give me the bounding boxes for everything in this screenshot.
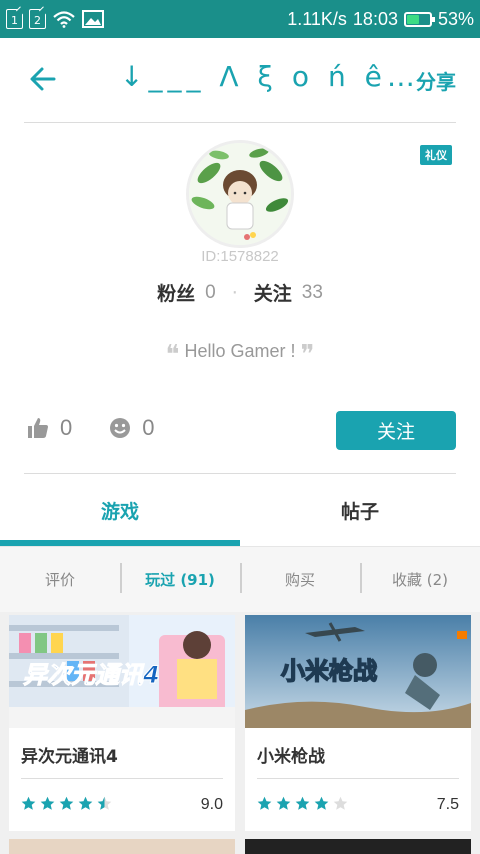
etiquette-badge[interactable]: 礼仪 <box>420 145 452 165</box>
game-thumbnail[interactable]: 小米枪战 <box>245 615 471 728</box>
sim1-icon: 1 <box>6 9 23 29</box>
game-card-peek[interactable] <box>245 839 471 854</box>
open-quote-icon: ❝ <box>165 340 180 370</box>
likes-count: 0 <box>60 415 73 440</box>
emoji-count: 0 <box>142 415 155 440</box>
star-icon <box>78 796 93 810</box>
signature: ❝ Hello Gamer ! ❞ <box>0 340 480 370</box>
clock: 18:03 <box>352 8 398 29</box>
rating-stars <box>21 796 112 811</box>
avatar[interactable] <box>186 140 294 248</box>
rating-stars <box>257 796 348 811</box>
fans-label[interactable]: 粉丝 <box>157 279 195 306</box>
star-icon <box>97 796 112 810</box>
game-logo-text: 异次元通讯4 <box>23 661 160 689</box>
star-icon <box>21 796 36 810</box>
follow-stats: 粉丝 0 · 关注 33 <box>0 279 480 306</box>
divider <box>257 778 459 779</box>
battery-percent: 53% <box>437 8 474 29</box>
game-card[interactable]: 小米枪战 小米枪战 7.5 <box>245 615 471 831</box>
filter-reviews[interactable]: 评价 <box>0 569 120 590</box>
filter-favorites[interactable]: 收藏 (2) <box>360 563 480 593</box>
game-name[interactable]: 小米枪战 <box>257 742 325 767</box>
game-name[interactable]: 异次元通讯4 <box>21 742 118 767</box>
filter-bar: 评价 玩过 (91) 购买 收藏 (2) <box>0 546 480 612</box>
fans-count[interactable]: 0 <box>205 282 216 304</box>
star-icon <box>276 796 291 810</box>
divider <box>24 122 456 123</box>
battery-icon <box>403 11 435 27</box>
game-card-peek[interactable] <box>9 839 235 854</box>
signature-text: Hello Gamer ! <box>184 341 296 361</box>
back-arrow-icon[interactable] <box>28 64 58 94</box>
star-icon <box>40 796 55 810</box>
network-speed: 1.11K/s <box>287 8 347 29</box>
smiley-icon[interactable] <box>108 416 132 440</box>
status-bar: 1 2 1.11K/s 18:03 53% <box>0 0 480 38</box>
close-quote-icon: ❞ <box>300 340 315 370</box>
share-button[interactable]: 分享 <box>416 66 456 95</box>
tab-bar: 游戏 帖子 <box>0 474 480 546</box>
tab-posts[interactable]: 帖子 <box>240 474 480 546</box>
follow-button[interactable]: 关注 <box>336 411 456 450</box>
app-header: ↓___ Λ ξ ο ń ê… 分享 <box>0 38 480 122</box>
user-id: ID:1578822 <box>201 248 279 265</box>
star-icon <box>295 796 310 810</box>
filter-purchased[interactable]: 购买 <box>240 563 360 593</box>
game-card[interactable]: 异次元通讯4 异次元通讯4 9.0 <box>9 615 235 831</box>
star-icon <box>257 796 272 810</box>
game-logo-text: 小米枪战 <box>281 657 377 685</box>
star-icon <box>333 796 348 810</box>
image-icon <box>82 10 104 28</box>
game-grid: 异次元通讯4 异次元通讯4 9.0 小米枪战 小米枪战 7.5 <box>0 612 480 854</box>
game-thumbnail[interactable]: 异次元通讯4 <box>9 615 235 728</box>
separator-dot: · <box>231 281 238 304</box>
sim2-icon: 2 <box>29 9 46 29</box>
star-icon <box>59 796 74 810</box>
following-label[interactable]: 关注 <box>254 279 292 306</box>
page-title: ↓___ Λ ξ ο ń ê… <box>120 60 420 93</box>
divider <box>21 778 223 779</box>
game-score: 9.0 <box>200 796 223 813</box>
reaction-stats: 0 0 <box>26 415 155 441</box>
filter-played[interactable]: 玩过 (91) <box>120 563 240 593</box>
thumbs-up-icon[interactable] <box>26 416 50 440</box>
wifi-icon <box>53 11 75 28</box>
tab-games[interactable]: 游戏 <box>0 474 240 546</box>
star-icon <box>314 796 329 810</box>
following-count[interactable]: 33 <box>302 282 323 304</box>
game-score: 7.5 <box>436 796 459 813</box>
